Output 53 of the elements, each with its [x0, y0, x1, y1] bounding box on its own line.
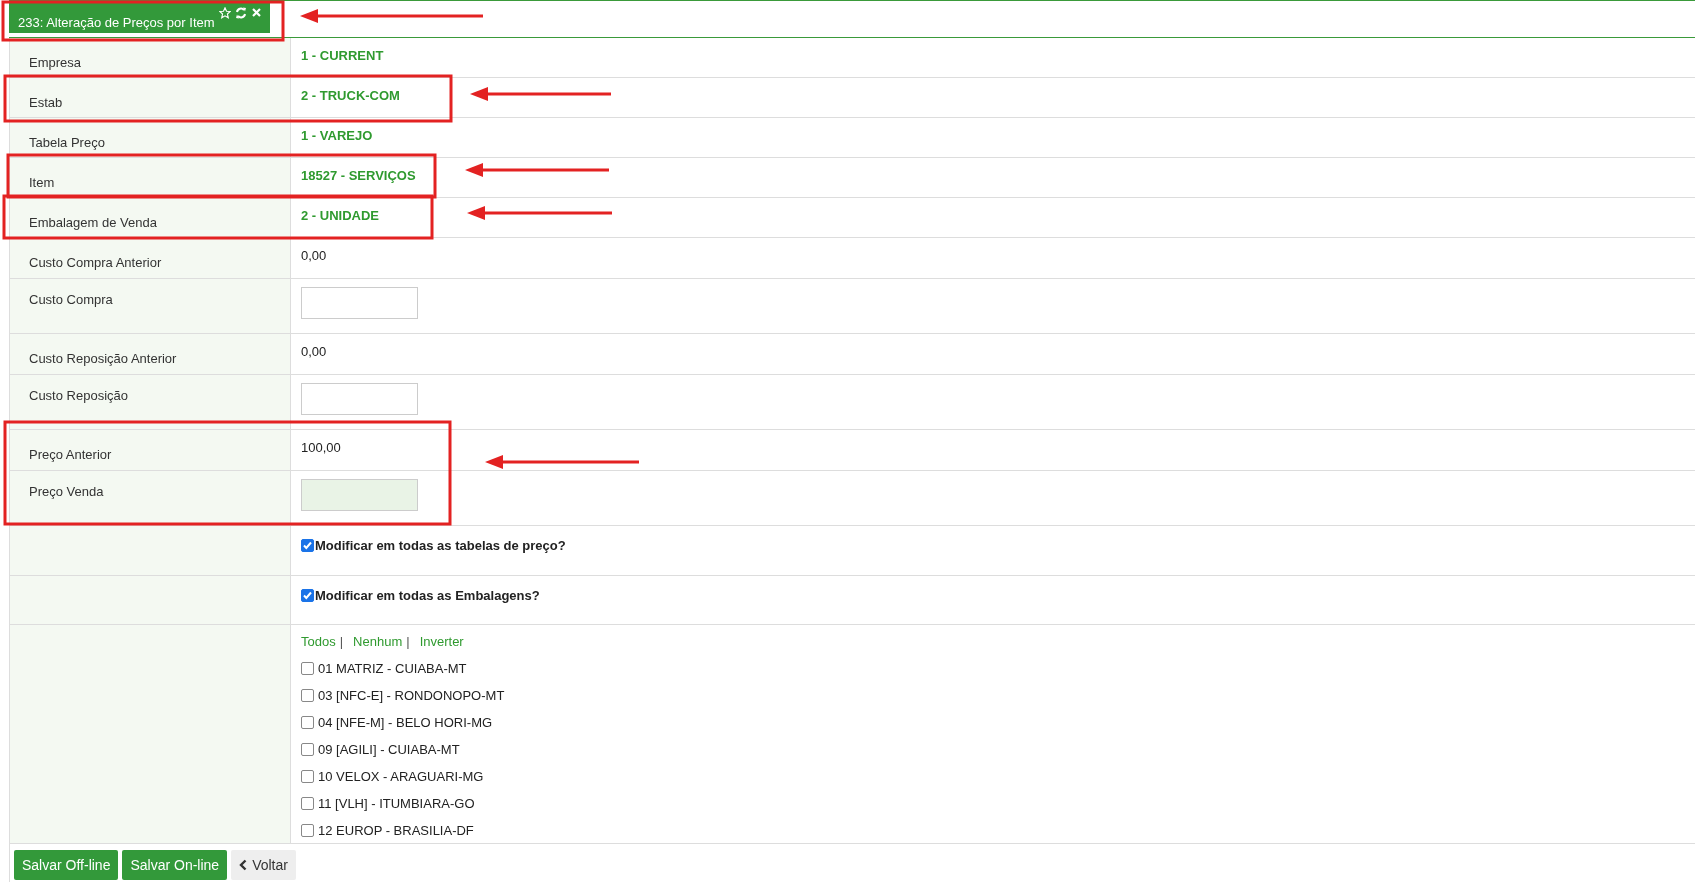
field-label: Empresa — [29, 55, 82, 70]
establishment-label: 01 MATRIZ - CUIABA-MT — [318, 660, 467, 676]
establishment-label: 11 [VLH] - ITUMBIARA-GO — [318, 795, 475, 811]
field-label: Custo Compra — [29, 292, 113, 307]
establishment-label: 12 EUROP - BRASILIA-DF — [318, 822, 474, 838]
field-value: 0,00 — [301, 343, 327, 359]
checkbox[interactable] — [301, 688, 314, 702]
establishment-label: 04 [NFE-M] - BELO HORI-MG — [318, 714, 493, 730]
establishment-label: 10 VELOX - ARAGUARI-MG — [318, 768, 484, 784]
caret-icon — [239, 859, 248, 871]
field-value: 0,00 — [301, 247, 327, 263]
close-icon[interactable] — [250, 7, 262, 18]
field-label: Custo Compra Anterior — [29, 255, 162, 270]
field-label: Preço Anterior — [29, 447, 112, 462]
field-label: Preço Venda — [29, 484, 104, 499]
field-label: Custo Reposição — [29, 388, 128, 403]
filter-link[interactable]: Todos — [301, 634, 336, 649]
field-label: Tabela Preço — [29, 135, 105, 150]
field-label: Estab — [29, 95, 63, 110]
save-button[interactable]: Salvar On-line — [122, 850, 228, 880]
checkbox[interactable] — [301, 715, 314, 729]
establishment-label: 03 [NFC-E] - RONDONOPO-MT — [318, 687, 505, 703]
option-label: Modificar em todas as tabelas de preço? — [315, 538, 566, 553]
link-separator: | — [339, 634, 344, 649]
input-field[interactable] — [301, 287, 418, 319]
save-button[interactable]: Salvar Off-line — [14, 850, 119, 880]
star-icon[interactable] — [218, 7, 231, 19]
field-value: 18527 - SERVIÇOS — [301, 167, 416, 183]
checkbox[interactable] — [301, 823, 314, 837]
checkbox[interactable] — [301, 769, 314, 783]
field-value: 1 - VAREJO — [301, 127, 373, 143]
field-value: 2 - TRUCK-COM — [301, 87, 400, 103]
refresh-icon[interactable] — [234, 7, 247, 19]
establishment-label: 09 [AGILI] - CUIABA-MT — [318, 741, 460, 757]
input-field[interactable] — [301, 479, 418, 511]
checkbox[interactable] — [301, 796, 314, 810]
field-label: Item — [29, 175, 55, 190]
option-label: Modificar em todas as Embalagens? — [315, 588, 540, 603]
checkbox[interactable] — [301, 661, 314, 675]
checkbox[interactable] — [301, 589, 314, 602]
field-label: Custo Reposição Anterior — [29, 351, 177, 366]
field-label: Embalagem de Venda — [29, 215, 157, 230]
checkbox[interactable] — [301, 539, 314, 552]
filter-link[interactable]: Inverter — [419, 634, 464, 649]
filter-link[interactable]: Nenhum — [353, 634, 403, 649]
field-value: 2 - UNIDADE — [301, 207, 379, 223]
checkbox[interactable] — [301, 742, 314, 756]
input-field[interactable] — [301, 383, 418, 415]
field-value: 100,00 — [301, 439, 341, 455]
field-value: 1 - CURRENT — [301, 47, 384, 63]
back-button[interactable]: Voltar — [231, 850, 296, 880]
link-separator: | — [406, 634, 410, 649]
tab[interactable]: 233: Alteração de Preços por Item — [9, 3, 270, 33]
